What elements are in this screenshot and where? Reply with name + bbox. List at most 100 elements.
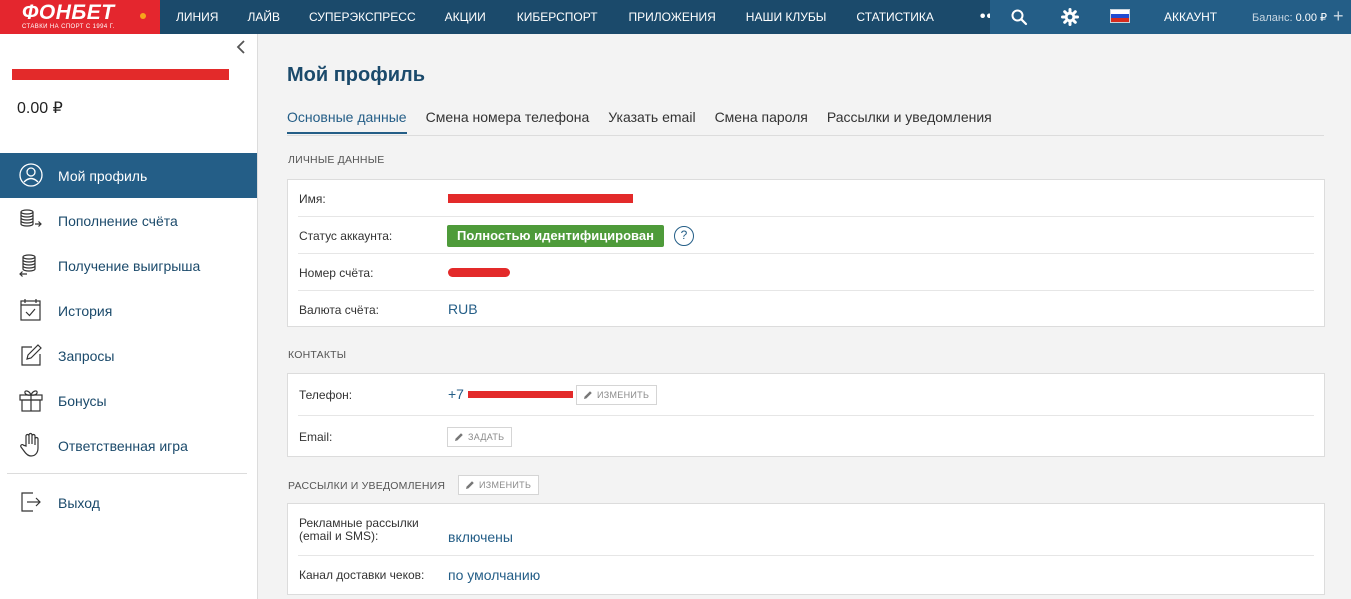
row-status: Статус аккаунта: Полностью идентифициров…	[298, 217, 1314, 254]
sidebar-item-withdraw[interactable]: Получение выигрыша	[0, 243, 257, 288]
nav-item-live[interactable]: ЛАЙВ	[247, 0, 280, 34]
fonbet-logo[interactable]: ФОНБЕТ СТАВКИ НА СПОРТ С 1994 Г.	[0, 0, 160, 34]
row-ads: Рекламные рассылки (email и SMS): включен…	[298, 504, 1314, 556]
edit-icon	[18, 342, 44, 368]
pencil-icon	[466, 481, 474, 489]
logo-brand: ФОНБЕТ	[22, 1, 115, 24]
tab-basic-data[interactable]: Основные данные	[287, 109, 407, 134]
sidebar-item-responsible-gaming[interactable]: Ответственная игра	[0, 423, 257, 468]
chevron-left-icon[interactable]	[232, 38, 250, 56]
pencil-icon	[584, 391, 592, 399]
pencil-icon	[455, 433, 463, 441]
tab-notifications[interactable]: Рассылки и уведомления	[827, 109, 992, 134]
profile-tabs: Основные данные Смена номера телефона Ук…	[287, 109, 1011, 137]
nav-item-superexpress[interactable]: СУПЕРЭКСПРЕСС	[309, 0, 416, 34]
logout-icon	[18, 489, 44, 515]
ads-value: включены	[448, 529, 513, 545]
account-number-label: Номер счёта:	[299, 266, 374, 280]
set-email-label: ЗАДАТЬ	[468, 432, 505, 442]
row-name: Имя:	[298, 180, 1314, 217]
add-funds-button[interactable]: +	[1333, 6, 1344, 27]
row-email: Email: ЗАДАТЬ	[298, 416, 1314, 458]
phone-label: Телефон:	[299, 388, 353, 402]
tab-change-phone[interactable]: Смена номера телефона	[426, 109, 590, 134]
help-icon[interactable]: ?	[674, 226, 694, 246]
receipts-label: Канал доставки чеков:	[299, 568, 425, 582]
main-content: Мой профиль Основные данные Смена номера…	[259, 34, 1351, 599]
header-balance-value: 0.00 ₽	[1295, 12, 1328, 24]
row-currency: Валюта счёта: RUB	[298, 291, 1314, 328]
sidebar-item-label: Ответственная игра	[58, 438, 188, 454]
section-title-contacts: КОНТАКТЫ	[288, 349, 347, 361]
tabs-divider	[287, 135, 1324, 136]
coins-withdraw-icon	[18, 252, 44, 278]
user-icon	[18, 162, 44, 188]
sidebar-item-profile[interactable]: Мой профиль	[0, 153, 257, 198]
currency-label: Валюта счёта:	[299, 303, 379, 317]
notifications-card: Рекламные рассылки (email и SMS): включен…	[287, 503, 1325, 595]
account-menu[interactable]: АККАУНТ	[1164, 10, 1217, 24]
currency-value: RUB	[448, 301, 478, 317]
nav-item-statistics[interactable]: СТАТИСТИКА	[856, 0, 933, 34]
redacted-username	[12, 69, 229, 80]
personal-data-card: Имя: Статус аккаунта: Полностью идентифи…	[287, 179, 1325, 327]
row-phone: Телефон: +7 ИЗМЕНИТЬ	[298, 374, 1314, 416]
change-notifications-label: ИЗМЕНИТЬ	[479, 480, 532, 490]
header-balance-label: Баланс:	[1252, 12, 1293, 24]
redacted-account-number	[448, 268, 510, 277]
change-phone-label: ИЗМЕНИТЬ	[597, 390, 650, 400]
phone-prefix: +7	[448, 386, 464, 402]
ads-label-line2: (email и SMS):	[299, 529, 379, 543]
nav-item-apps[interactable]: ПРИЛОЖЕНИЯ	[629, 0, 716, 34]
calendar-check-icon	[18, 297, 44, 323]
receipts-value: по умолчанию	[448, 567, 541, 583]
hand-icon	[18, 432, 44, 458]
gear-icon[interactable]	[1061, 8, 1079, 26]
nav-item-esports[interactable]: КИБЕРСПОРТ	[517, 0, 598, 34]
sidebar-item-label: История	[58, 303, 113, 319]
nav-item-line[interactable]: ЛИНИЯ	[176, 0, 218, 34]
section-title-notifications: РАССЫЛКИ И УВЕДОМЛЕНИЯ	[288, 480, 446, 492]
sidebar: 0.00 ₽ Мой профиль Пополнение счёта Полу…	[0, 34, 258, 599]
contacts-card: Телефон: +7 ИЗМЕНИТЬ Email: ЗАДАТЬ	[287, 373, 1325, 457]
sidebar-item-label: Пополнение счёта	[58, 213, 178, 229]
ads-label: Рекламные рассылки (email и SMS):	[299, 517, 419, 543]
sidebar-item-label: Запросы	[58, 348, 115, 364]
main-nav: ЛИНИЯ ЛАЙВ СУПЕРЭКСПРЕСС АКЦИИ КИБЕРСПОР…	[160, 0, 1000, 34]
row-receipts: Канал доставки чеков: по умолчанию	[298, 556, 1314, 596]
top-navbar: ФОНБЕТ СТАВКИ НА СПОРТ С 1994 Г. ЛИНИЯ Л…	[0, 0, 1351, 34]
sidebar-item-bonuses[interactable]: Бонусы	[0, 378, 257, 423]
change-notifications-button[interactable]: ИЗМЕНИТЬ	[458, 475, 540, 495]
coins-deposit-icon	[18, 207, 44, 233]
sidebar-item-label: Получение выигрыша	[58, 258, 201, 274]
tab-change-password[interactable]: Смена пароля	[715, 109, 808, 134]
russian-flag-icon[interactable]	[1110, 9, 1130, 23]
change-phone-button[interactable]: ИЗМЕНИТЬ	[576, 385, 658, 405]
sidebar-item-label: Бонусы	[58, 393, 107, 409]
sidebar-item-label: Выход	[58, 495, 100, 511]
gift-icon	[18, 387, 44, 413]
header-balance: Баланс: 0.00 ₽	[1252, 11, 1327, 24]
logo-tagline: СТАВКИ НА СПОРТ С 1994 Г.	[22, 24, 115, 30]
set-email-button[interactable]: ЗАДАТЬ	[447, 427, 513, 447]
sidebar-item-requests[interactable]: Запросы	[0, 333, 257, 378]
page-title: Мой профиль	[287, 64, 426, 86]
nav-item-promotions[interactable]: АКЦИИ	[445, 0, 486, 34]
name-label: Имя:	[299, 192, 326, 206]
section-title-personal: ЛИЧНЫЕ ДАННЫЕ	[288, 154, 385, 166]
sidebar-item-label: Мой профиль	[58, 168, 148, 184]
sidebar-divider	[7, 473, 247, 474]
redacted-phone	[468, 391, 573, 398]
redacted-name	[448, 194, 633, 203]
row-account-number: Номер счёта:	[298, 254, 1314, 291]
nav-item-clubs[interactable]: НАШИ КЛУБЫ	[746, 0, 827, 34]
sidebar-balance: 0.00 ₽	[17, 100, 63, 117]
status-badge: Полностью идентифицирован	[447, 225, 664, 247]
tab-set-email[interactable]: Указать email	[608, 109, 695, 134]
ads-label-line1: Рекламные рассылки	[299, 516, 419, 530]
logo-dot	[140, 13, 146, 19]
search-icon[interactable]	[1010, 8, 1028, 26]
sidebar-item-logout[interactable]: Выход	[0, 480, 257, 525]
sidebar-item-history[interactable]: История	[0, 288, 257, 333]
sidebar-item-deposit[interactable]: Пополнение счёта	[0, 198, 257, 243]
